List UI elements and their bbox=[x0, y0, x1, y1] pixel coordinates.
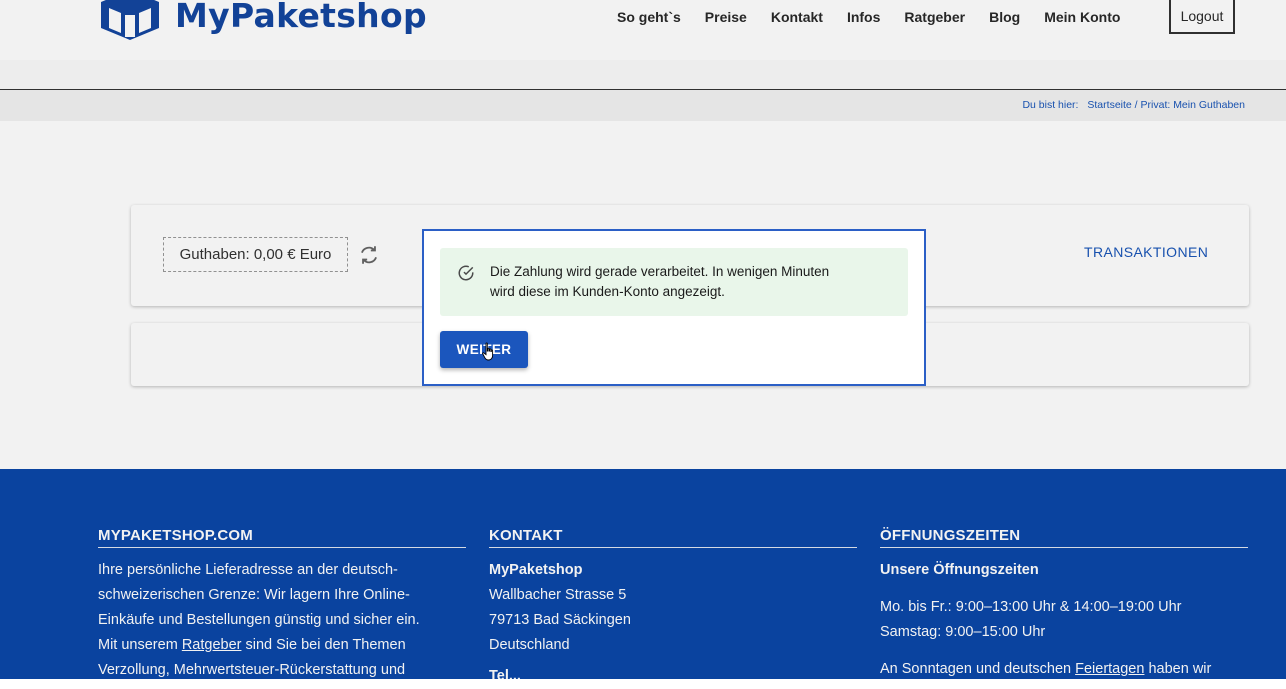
alert-message: Die Zahlung wird gerade verarbeitet. In … bbox=[490, 262, 890, 302]
hand-cursor-icon bbox=[482, 342, 494, 361]
check-circle-icon bbox=[458, 265, 474, 281]
payment-dialog: Die Zahlung wird gerade verarbeitet. In … bbox=[422, 229, 926, 386]
alert-message-line: Die Zahlung wird gerade verarbeitet. In … bbox=[490, 264, 830, 279]
success-alert: Die Zahlung wird gerade verarbeitet. In … bbox=[440, 248, 908, 316]
alert-message-line: wird diese im Kunden-Konto angezeigt. bbox=[490, 284, 725, 299]
